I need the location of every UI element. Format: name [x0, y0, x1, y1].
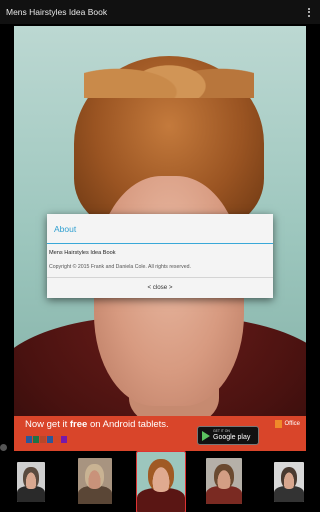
ad-headline-bold: free — [69, 419, 88, 430]
thumbnail-3[interactable] — [136, 451, 186, 512]
ad-headline-prefix: Now get it — [25, 419, 70, 430]
office-app-icons — [26, 436, 67, 443]
about-dialog: About Mens Hairstyles Idea Book Copyrigh… — [47, 214, 273, 298]
thumbnail-4[interactable] — [206, 458, 242, 504]
dialog-copyright: Copyright © 2015 Frank and Daniela Cole.… — [49, 264, 191, 270]
thumbnail-5[interactable] — [274, 462, 304, 502]
overflow-menu-icon[interactable] — [304, 5, 314, 19]
dialog-title: About — [47, 214, 273, 244]
ad-headline-suffix: on Android tablets. — [87, 419, 169, 430]
office-brand: Office — [275, 420, 300, 428]
app-title: Mens Hairstyles Idea Book — [6, 7, 108, 17]
office-app-icon — [33, 436, 39, 443]
ad-banner[interactable]: Now get it free on Android tablets. GET … — [14, 416, 306, 451]
store-big-text: Google play — [213, 433, 251, 441]
thumbnail-1[interactable] — [17, 462, 45, 502]
office-app-icon — [61, 436, 67, 443]
office-app-icon — [47, 436, 53, 443]
google-play-badge[interactable]: GET IT ON Google play — [197, 426, 259, 445]
office-brand-label: Office — [284, 421, 300, 427]
ad-headline: Now get it free on Android tablets. — [25, 419, 169, 430]
thumbnail-2[interactable] — [78, 458, 112, 504]
close-button[interactable]: < close > — [47, 277, 273, 298]
thumbnail-strip — [0, 451, 320, 512]
dialog-body: Mens Hairstyles Idea Book Copyright © 20… — [47, 244, 273, 277]
play-store-icon — [202, 430, 210, 441]
ad-info-icon[interactable] — [0, 444, 7, 451]
photo-hair-spikes — [84, 38, 254, 98]
office-app-icon — [26, 436, 32, 443]
office-app-icon — [40, 436, 46, 443]
dialog-app-name: Mens Hairstyles Idea Book — [49, 250, 116, 256]
office-app-icon — [54, 436, 60, 443]
action-bar: Mens Hairstyles Idea Book — [0, 0, 320, 24]
office-logo-icon — [275, 420, 283, 428]
